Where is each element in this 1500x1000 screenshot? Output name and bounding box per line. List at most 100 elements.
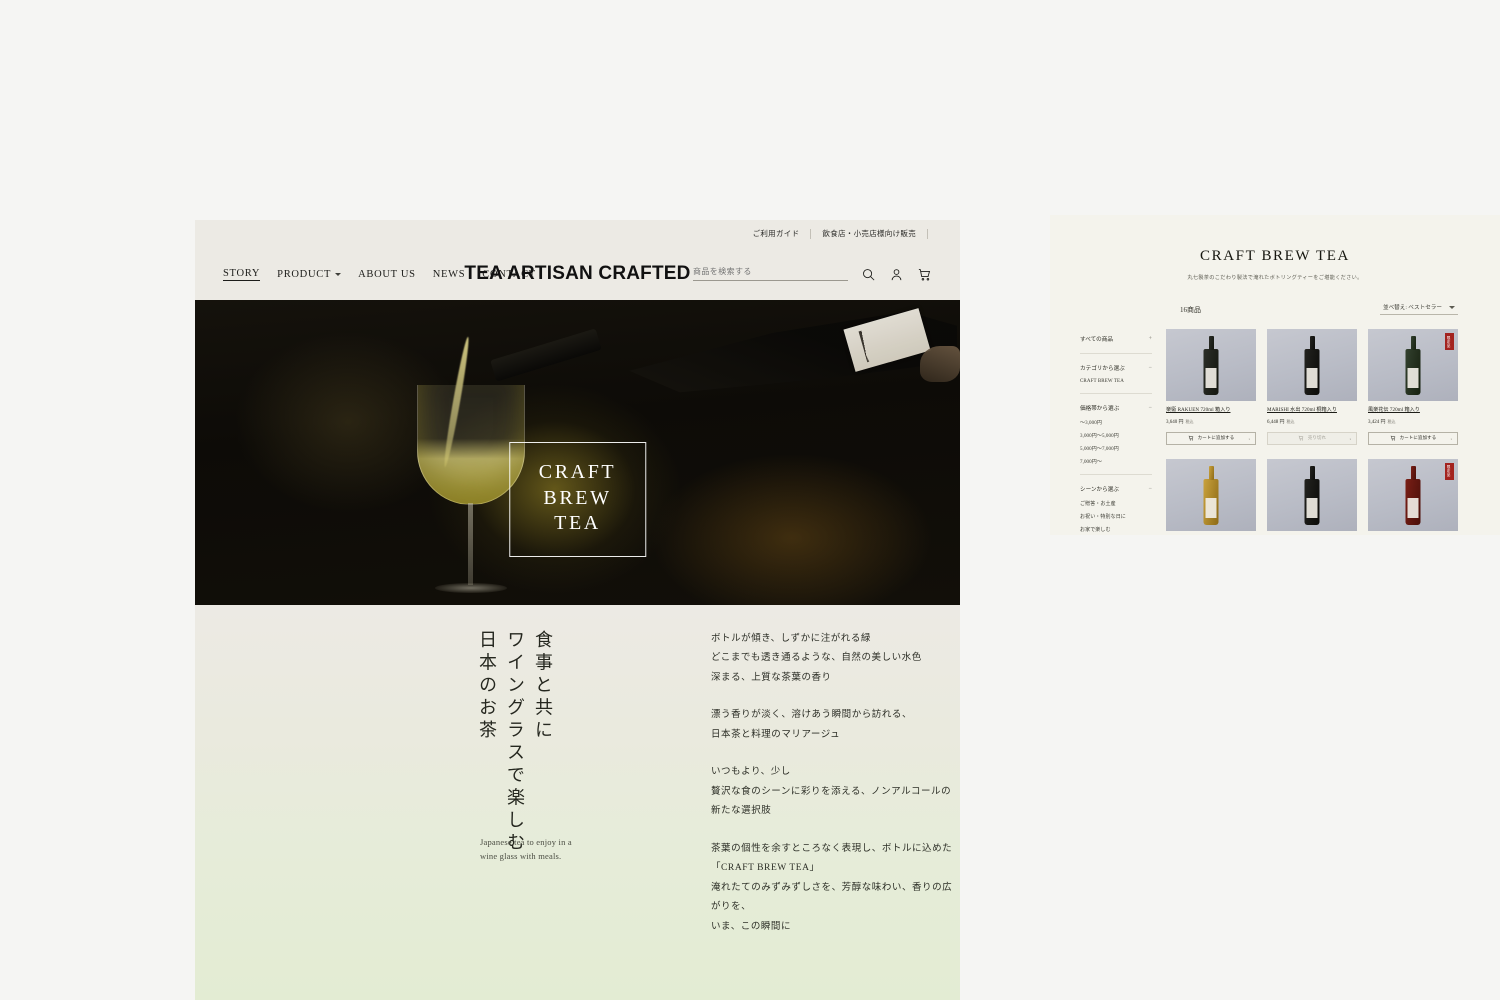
story-section: 食事と共に ワイングラスで楽しむ 日本のお茶 Japanese tea to e… — [195, 605, 960, 1000]
product-price: 3,424 円税込 — [1368, 418, 1458, 425]
search-input[interactable] — [693, 267, 848, 276]
story-body-copy: ボトルが傾き、しずかに注がれる緑 どこまでも透き通るような、自然の美しい水色 深… — [711, 630, 960, 937]
filter-toggle-icon: − — [1149, 405, 1152, 411]
collection-title: CRAFT BREW TEA — [1050, 248, 1500, 265]
bottle-image — [1204, 479, 1219, 525]
vertical-headline-line-2: ワイングラスで楽しむ — [506, 630, 524, 855]
hero-wine-glass-stem — [468, 503, 473, 585]
chevron-down-icon — [335, 273, 341, 276]
add-to-cart-button[interactable]: カートに追加する › — [1166, 432, 1256, 445]
english-subheadline-line-2: wine glass with meals. — [480, 849, 572, 863]
header-actions — [693, 267, 932, 282]
filter-group-category[interactable]: カテゴリから選ぶ − — [1080, 360, 1152, 376]
site-logo-wordmark[interactable]: TEA ARTISAN CRAFTED — [464, 263, 690, 285]
filter-group-scene[interactable]: シーンから選ぶ − — [1080, 481, 1152, 497]
product-title[interactable]: 風楽花伝 720ml 箱入り — [1368, 407, 1458, 414]
product-card[interactable] — [1267, 459, 1357, 535]
filter-divider — [1080, 474, 1152, 475]
product-card[interactable]: 楽衞 RAKUEN 720ml 箱入り 3,640 円税込 カートに追加する › — [1166, 329, 1256, 450]
sold-out-label: 売り切れ — [1308, 435, 1326, 441]
collection-header: CRAFT BREW TEA 丸七製茶のこだわり製法で淹れたボトリングティーをご… — [1050, 215, 1500, 281]
story-p2-l2: 日本茶と料理のマリアージュ — [711, 726, 960, 745]
status-badge-label: 限定品 — [1447, 465, 1452, 477]
add-to-cart-label: カートに追加する — [1198, 435, 1235, 441]
utility-link-wholesale[interactable]: 飲食店・小売店様向け販売 — [811, 229, 928, 239]
filter-price-label: 価格帯から選ぶ — [1080, 404, 1119, 412]
account-icon[interactable] — [889, 267, 904, 282]
sort-dropdown[interactable]: 並べ替え: ベストセラー — [1380, 303, 1458, 315]
filter-option-price-2[interactable]: 3,000円〜5,000円 — [1080, 429, 1152, 442]
bottle-image — [1406, 479, 1421, 525]
product-tax-note: 税込 — [1388, 419, 1396, 424]
bottle-image — [1305, 479, 1320, 525]
product-card[interactable]: 限定品 — [1368, 459, 1458, 535]
chevron-down-icon — [1449, 306, 1455, 309]
chevron-right-icon: › — [1249, 436, 1251, 441]
filter-toggle-icon: + — [1149, 336, 1152, 342]
vertical-headline: 食事と共に ワイングラスで楽しむ 日本のお茶 — [478, 630, 552, 855]
nav-item-story[interactable]: STORY — [223, 268, 260, 281]
hero-banner: CRAFT BREW TEA — [195, 300, 960, 605]
filter-group-price[interactable]: 価格帯から選ぶ − — [1080, 400, 1152, 416]
nav-item-product-label: PRODUCT — [277, 269, 331, 280]
product-listing-window: CRAFT BREW TEA 丸七製茶のこだわり製法で淹れたボトリングティーをご… — [1050, 215, 1500, 535]
filter-option-price-3[interactable]: 5,000円〜7,000円 — [1080, 442, 1152, 455]
sort-dropdown-label: 並べ替え: ベストセラー — [1383, 303, 1442, 311]
filter-category-label: カテゴリから選ぶ — [1080, 364, 1125, 372]
product-thumbnail[interactable] — [1166, 459, 1256, 531]
story-p3-l1: いつもより、少し — [711, 763, 960, 782]
story-p1-l1: ボトルが傾き、しずかに注がれる緑 — [711, 630, 960, 649]
product-card[interactable]: 限定品 風楽花伝 720ml 箱入り 3,424 円税込 カートに追加する › — [1368, 329, 1458, 450]
bottle-image — [1305, 349, 1320, 395]
story-p1-l3: 深まる、上質な茶葉の香り — [711, 669, 960, 688]
product-thumbnail[interactable] — [1267, 459, 1357, 531]
utility-link-guide[interactable]: ご利用ガイド — [742, 229, 812, 239]
product-title[interactable]: 楽衞 RAKUEN 720ml 箱入り — [1166, 407, 1256, 414]
product-thumbnail[interactable] — [1267, 329, 1357, 401]
product-title[interactable]: MARISHI 水出 720ml 桐箱入り — [1267, 407, 1357, 414]
search-field-wrapper — [693, 267, 848, 281]
hero-bottle-neck — [490, 328, 602, 381]
filter-sidebar: すべての商品 + カテゴリから選ぶ − CRAFT BREW TEA 価格帯から… — [1080, 329, 1152, 535]
copy-gap-2 — [711, 745, 960, 763]
story-p1-l2: どこまでも透き通るような、自然の美しい水色 — [711, 649, 960, 668]
collection-subtitle: 丸七製茶のこだわり製法で淹れたボトリングティーをご堪能ください。 — [1050, 274, 1500, 281]
filter-option-craft-brew-tea[interactable]: CRAFT BREW TEA — [1080, 376, 1152, 387]
story-p4-l2: 淹れたてのみずみずしさを、芳醇な味わい、香りの広がりを、 — [711, 879, 960, 918]
product-thumbnail[interactable]: 限定品 — [1368, 459, 1458, 531]
product-price: 3,640 円税込 — [1166, 418, 1256, 425]
add-to-cart-button[interactable]: カートに追加する › — [1368, 432, 1458, 445]
cart-icon — [1390, 435, 1396, 441]
filter-divider — [1080, 353, 1152, 354]
vertical-headline-line-1: 食事と共に — [534, 630, 552, 855]
product-count: 16商品 — [1180, 305, 1201, 315]
nav-item-about-us[interactable]: ABOUT US — [358, 269, 416, 280]
screenshot-stage: ご利用ガイド 飲食店・小売店様向け販売 STORY PRODUCT ABOUT … — [0, 0, 1500, 1000]
filter-scene-label: シーンから選ぶ — [1080, 485, 1119, 493]
product-card[interactable] — [1166, 459, 1256, 535]
filter-option-scene-3[interactable]: お家で楽しむ — [1080, 523, 1152, 535]
cart-icon[interactable] — [917, 267, 932, 282]
filter-group-all[interactable]: すべての商品 + — [1080, 331, 1152, 347]
copy-gap-1 — [711, 688, 960, 706]
collection-toolbar: 16商品 並べ替え: ベストセラー — [1050, 281, 1500, 315]
nav-item-news[interactable]: NEWS — [433, 269, 466, 280]
filter-option-scene-1[interactable]: ご贈答・お土産 — [1080, 497, 1152, 510]
filter-option-scene-2[interactable]: お祝い・特別な日に — [1080, 510, 1152, 523]
story-p4-l1: 茶葉の個性を余すところなく表現し、ボトルに込めた「CRAFT BREW TEA」 — [711, 840, 960, 879]
product-thumbnail[interactable]: 限定品 — [1368, 329, 1458, 401]
filter-all-label: すべての商品 — [1080, 335, 1113, 343]
product-card[interactable]: MARISHI 水出 720ml 桐箱入り 6,448 円税込 売り切れ › — [1267, 329, 1357, 450]
filter-option-price-1[interactable]: 〜3,000円 — [1080, 416, 1152, 429]
product-grid: 楽衞 RAKUEN 720ml 箱入り 3,640 円税込 カートに追加する › — [1166, 329, 1458, 535]
hero-wine-glass-foot — [435, 583, 507, 593]
nav-item-product[interactable]: PRODUCT — [277, 269, 341, 280]
cart-icon — [1298, 435, 1304, 441]
story-p3-l2: 贅沢な食のシーンに彩りを添える、ノンアルコールの新たな選択肢 — [711, 783, 960, 822]
collection-body: すべての商品 + カテゴリから選ぶ − CRAFT BREW TEA 価格帯から… — [1050, 315, 1500, 535]
search-icon[interactable] — [861, 267, 876, 282]
product-thumbnail[interactable] — [1166, 329, 1256, 401]
filter-option-price-4[interactable]: 7,000円〜 — [1080, 455, 1152, 468]
story-p2-l1: 漂う香りが淡く、溶けあう瞬間から訪れる、 — [711, 706, 960, 725]
hero-logo-line-3: TEA — [539, 511, 616, 537]
